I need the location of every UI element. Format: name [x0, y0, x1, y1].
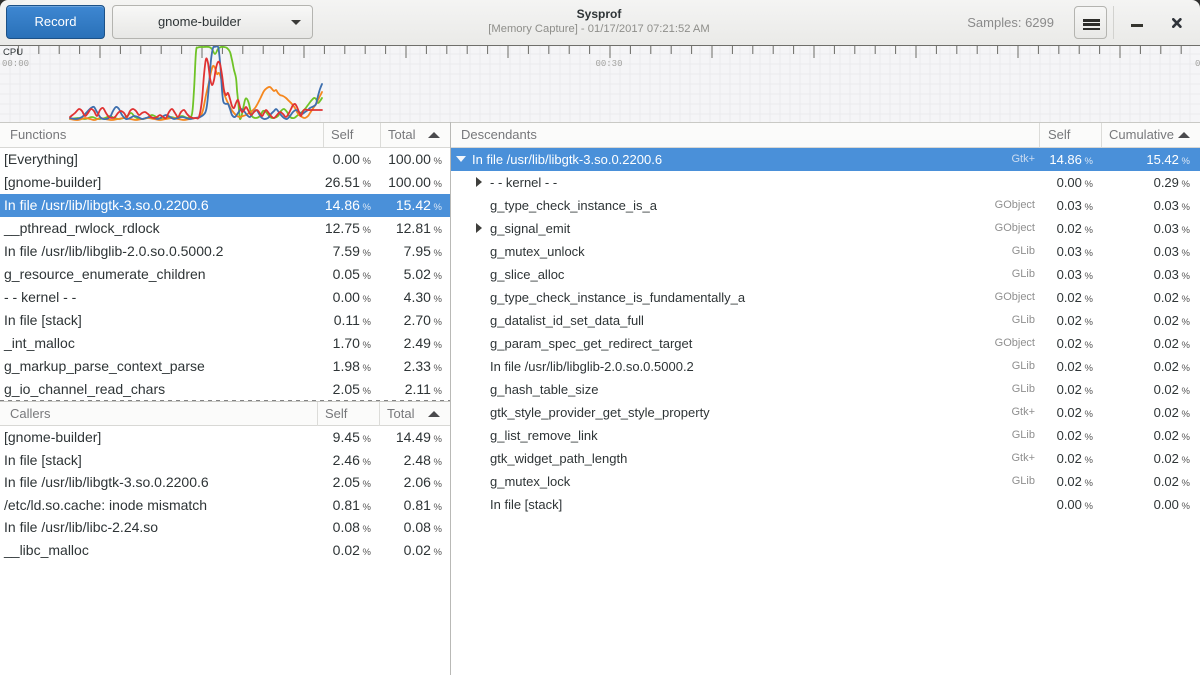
- svg-text:00:00: 00:00: [2, 59, 29, 69]
- svg-text:CPU: CPU: [3, 47, 23, 58]
- svg-text:01:00: 01:00: [1195, 59, 1200, 69]
- svg-text:00:30: 00:30: [595, 59, 622, 69]
